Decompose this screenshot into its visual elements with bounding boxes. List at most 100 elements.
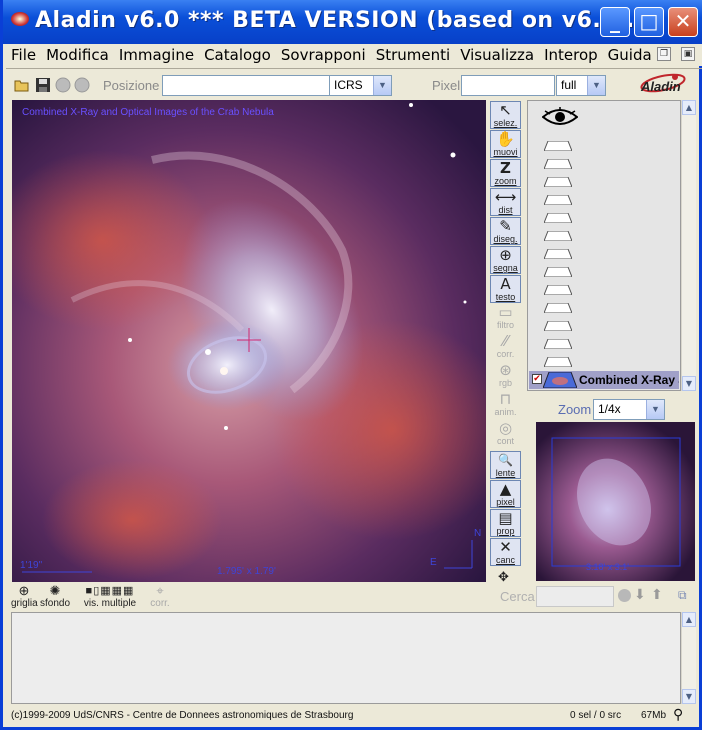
layer-thumbnail-icon: [543, 372, 577, 388]
console-panel[interactable]: [11, 612, 681, 704]
search-input[interactable]: [536, 586, 614, 607]
scroll-up-icon[interactable]: ▲: [682, 100, 696, 115]
menu-modifica[interactable]: Modifica: [41, 44, 114, 66]
arrow-down-icon[interactable]: ⬇: [634, 587, 646, 603]
image-layer-row[interactable]: ✔ Combined X-Ray a: [529, 371, 679, 389]
layer-visibility-checkbox[interactable]: ✔: [532, 374, 542, 384]
open-folder-icon[interactable]: [14, 77, 30, 93]
scroll-down-icon[interactable]: ▼: [682, 689, 696, 704]
arrow-up-icon[interactable]: ⬆: [651, 587, 663, 603]
position-input[interactable]: [162, 75, 330, 96]
tool-zoom[interactable]: Zzoom: [490, 159, 521, 187]
tool-delete[interactable]: ✕ canc: [490, 538, 521, 566]
zoom-value: 1/4x: [598, 402, 621, 416]
zoom-select[interactable]: 1/4x ▼: [593, 399, 665, 420]
title-bar[interactable]: Aladin v6.0 *** BETA VERSION (based on v…: [3, 0, 702, 44]
save-disk-icon[interactable]: [35, 77, 51, 93]
tool-distance[interactable]: ⟷ dist: [490, 188, 521, 216]
close-button[interactable]: ✕: [668, 7, 698, 37]
tool-mark[interactable]: ⊕ segna: [490, 246, 521, 274]
pixel-mode-value: full: [561, 78, 577, 92]
scroll-down-icon[interactable]: ▼: [682, 376, 696, 391]
search-go-icon[interactable]: [618, 589, 631, 602]
frame-select[interactable]: ICRS ▼: [329, 75, 392, 96]
grid-label: griglia: [11, 598, 38, 609]
search-label: Cerca: [500, 589, 535, 604]
tool-text-label: testo: [495, 292, 516, 302]
tool-lens[interactable]: 🔍 lente: [490, 451, 521, 479]
back-icon[interactable]: [55, 77, 71, 93]
grid-button[interactable]: ⊕ griglia: [11, 584, 38, 610]
zoom-label: Zoom: [558, 402, 592, 417]
tool-move-label: muovi: [493, 147, 518, 157]
menu-strumenti[interactable]: Strumenti: [371, 44, 455, 66]
tool-move[interactable]: ✋ muovi: [490, 130, 521, 158]
menu-catalogo[interactable]: Catalogo: [199, 44, 276, 66]
tool-animation-label: anim.: [494, 407, 517, 417]
tool-select[interactable]: ↖ selez.: [490, 101, 521, 129]
menu-file[interactable]: File: [6, 44, 41, 66]
tool-rgb-label: rgb: [498, 378, 512, 388]
empty-plane-icon[interactable]: [544, 321, 572, 331]
multiview-button[interactable]: ■▯▦▦▦ vis. multiple: [75, 584, 145, 609]
console-scrollbar[interactable]: ▲ ▼: [681, 612, 696, 704]
eye-icon[interactable]: [542, 107, 578, 127]
scroll-up-icon[interactable]: ▲: [682, 612, 696, 627]
stack-scrollbar[interactable]: ▲ ▼: [681, 100, 696, 391]
correction-button[interactable]: ⌖ corr.: [147, 584, 173, 610]
empty-plane-icon[interactable]: [544, 249, 572, 259]
memory-usage: 67Mb: [641, 710, 667, 721]
chevron-down-icon: ▼: [587, 76, 605, 95]
resize-arrows-icon[interactable]: ✥: [498, 570, 509, 585]
forward-icon[interactable]: [74, 77, 90, 93]
empty-plane-icon[interactable]: [544, 177, 572, 187]
maximize-button[interactable]: □: [634, 7, 664, 37]
tool-animation[interactable]: ⊓ anim.: [490, 391, 521, 419]
fullscreen-icon[interactable]: ▣: [681, 47, 695, 61]
pixel-mode-select[interactable]: full ▼: [556, 75, 606, 96]
empty-plane-icon[interactable]: [544, 213, 572, 223]
correction-icon: ⁄⁄: [502, 332, 508, 350]
tool-draw[interactable]: ✎ diseg.: [490, 217, 521, 245]
tool-properties[interactable]: ▤ prop: [490, 509, 521, 537]
empty-plane-icon[interactable]: [544, 339, 572, 349]
chevron-down-icon: ▼: [373, 76, 391, 95]
tool-correction-label: corr.: [496, 349, 515, 359]
menu-sovrapponi[interactable]: Sovrapponi: [276, 44, 371, 66]
tool-correction[interactable]: ⁄⁄ corr.: [490, 333, 521, 361]
aladin-app-icon[interactable]: [11, 12, 29, 26]
telescope-icon[interactable]: ⚲: [673, 706, 683, 723]
scale-label: 1'19": [20, 560, 43, 571]
tool-text[interactable]: Atesto: [490, 275, 521, 303]
tool-rgb[interactable]: ⊛ rgb: [490, 362, 521, 390]
overview-thumbnail[interactable]: 3.18' x 3.1': [536, 422, 695, 581]
detach-icon[interactable]: ⧉: [678, 588, 687, 603]
tool-contour[interactable]: ◎ cont: [490, 420, 521, 448]
background-button[interactable]: ✺ sfondo: [38, 584, 72, 610]
empty-plane-icon[interactable]: [544, 357, 572, 367]
menu-guida[interactable]: Guida: [603, 44, 657, 66]
main-toolbar: Posizione ICRS ▼ Pixel full ▼: [6, 72, 702, 100]
empty-plane-icon[interactable]: [544, 195, 572, 205]
empty-plane-icon[interactable]: [544, 231, 572, 241]
minimize-button[interactable]: _: [600, 7, 630, 37]
pixel-input[interactable]: [461, 75, 555, 96]
empty-plane-icon[interactable]: [544, 159, 572, 169]
menu-immagine[interactable]: Immagine: [114, 44, 199, 66]
restore-panel-icon[interactable]: ❐: [657, 47, 671, 61]
plane-stack: ✔ Combined X-Ray a: [527, 100, 681, 391]
tool-filter[interactable]: ▭ filtro: [490, 304, 521, 332]
empty-plane-icon[interactable]: [544, 267, 572, 277]
empty-plane-icon[interactable]: [544, 303, 572, 313]
north-label: N: [474, 528, 482, 539]
aladin-logo[interactable]: Aladin: [631, 72, 689, 98]
tool-pixel[interactable]: ▲ pixel: [490, 480, 521, 508]
multiview-icon: ■▯▦▦▦: [85, 585, 135, 597]
menu-visualizza[interactable]: Visualizza: [455, 44, 539, 66]
menu-interop[interactable]: Interop: [539, 44, 603, 66]
east-label: E: [430, 557, 437, 568]
image-viewer[interactable]: Combined X-Ray and Optical Images of the…: [12, 100, 486, 582]
zoom-z-icon: Z: [500, 159, 511, 177]
empty-plane-icon[interactable]: [544, 285, 572, 295]
empty-plane-icon[interactable]: [544, 141, 572, 151]
